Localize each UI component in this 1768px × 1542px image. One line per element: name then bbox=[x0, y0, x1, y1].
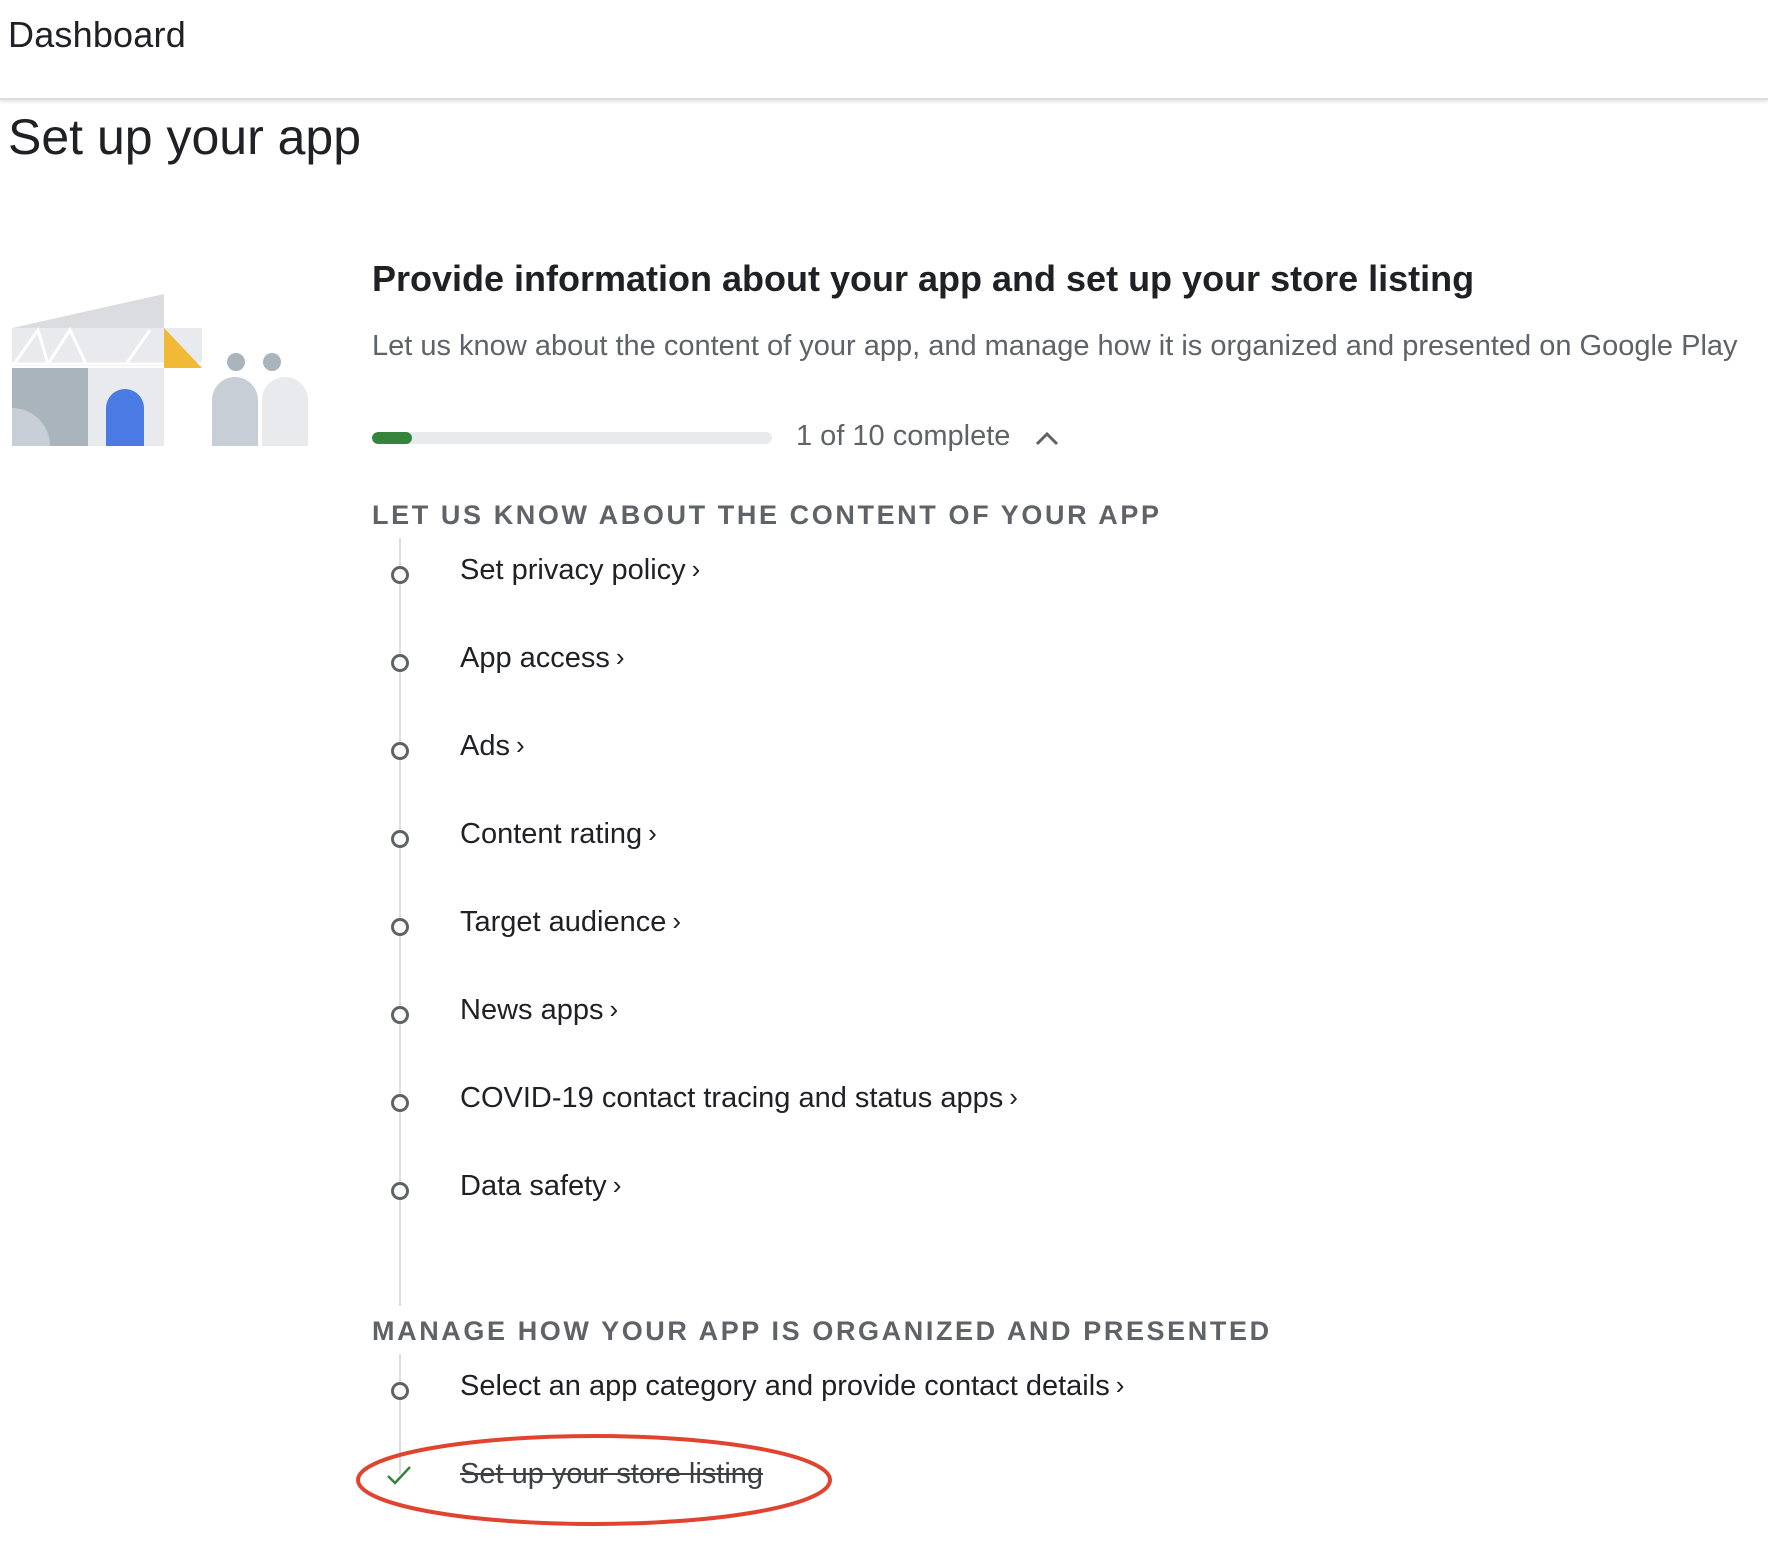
task-label: Select an app category and provide conta… bbox=[460, 1370, 1110, 1402]
progress-bar-fill bbox=[372, 432, 412, 444]
section-heading-content: LET US KNOW ABOUT THE CONTENT OF YOUR AP… bbox=[372, 500, 1162, 530]
task-app-access[interactable]: App access › bbox=[380, 634, 1380, 694]
task-label: App access bbox=[460, 642, 610, 674]
chevron-right-icon: › bbox=[612, 1170, 622, 1200]
task-covid-apps[interactable]: COVID-19 contact tracing and status apps… bbox=[380, 1074, 1380, 1134]
chevron-right-icon: › bbox=[672, 906, 682, 936]
card-description: Let us know about the content of your ap… bbox=[372, 330, 1738, 362]
task-label: Target audience bbox=[460, 906, 667, 938]
chevron-right-icon: › bbox=[1009, 1082, 1018, 1112]
chevron-right-icon: › bbox=[515, 730, 525, 760]
task-label: News apps bbox=[460, 994, 604, 1026]
card-title: Provide information about your app and s… bbox=[372, 258, 1475, 299]
circle-outline-icon bbox=[391, 566, 409, 584]
task-set-privacy-policy[interactable]: Set privacy policy › bbox=[380, 546, 1380, 606]
circle-outline-icon bbox=[391, 654, 409, 672]
task-label: Set privacy policy bbox=[460, 554, 686, 586]
chevron-right-icon: › bbox=[615, 642, 625, 672]
circle-outline-icon bbox=[391, 918, 409, 936]
circle-outline-icon bbox=[391, 1382, 409, 1400]
task-label: Content rating bbox=[460, 818, 643, 850]
task-label: Ads bbox=[460, 730, 510, 762]
task-target-audience[interactable]: Target audience › bbox=[380, 898, 1380, 958]
progress-text: 1 of 10 complete bbox=[796, 420, 1011, 452]
circle-outline-icon bbox=[391, 1182, 409, 1200]
circle-outline-icon bbox=[391, 1094, 409, 1112]
task-data-safety[interactable]: Data safety › bbox=[380, 1162, 1380, 1222]
task-content-rating[interactable]: Content rating › bbox=[380, 810, 1380, 870]
task-label: Data safety bbox=[460, 1170, 607, 1202]
task-app-category[interactable]: Select an app category and provide conta… bbox=[380, 1362, 1380, 1422]
chevron-right-icon: › bbox=[691, 554, 701, 584]
task-ads[interactable]: Ads › bbox=[380, 722, 1380, 782]
circle-outline-icon bbox=[391, 742, 409, 760]
app-bar-title: Dashboard bbox=[8, 14, 186, 55]
chevron-right-icon: › bbox=[609, 994, 619, 1024]
circle-outline-icon bbox=[391, 830, 409, 848]
circle-outline-icon bbox=[391, 1006, 409, 1024]
chevron-up-icon[interactable] bbox=[1030, 422, 1064, 456]
chevron-right-icon: › bbox=[648, 818, 657, 848]
chevron-right-icon: › bbox=[1115, 1370, 1125, 1400]
task-label: COVID-19 contact tracing and status apps bbox=[460, 1082, 1004, 1114]
progress-bar bbox=[372, 432, 772, 444]
highlight-ellipse bbox=[356, 1434, 832, 1526]
top-app-bar: Dashboard bbox=[0, 0, 1768, 100]
page-title: Set up your app bbox=[8, 109, 362, 165]
setup-illustration bbox=[12, 294, 308, 446]
task-news-apps[interactable]: News apps › bbox=[380, 986, 1380, 1046]
section-heading-presentation: MANAGE HOW YOUR APP IS ORGANIZED AND PRE… bbox=[372, 1316, 1272, 1346]
